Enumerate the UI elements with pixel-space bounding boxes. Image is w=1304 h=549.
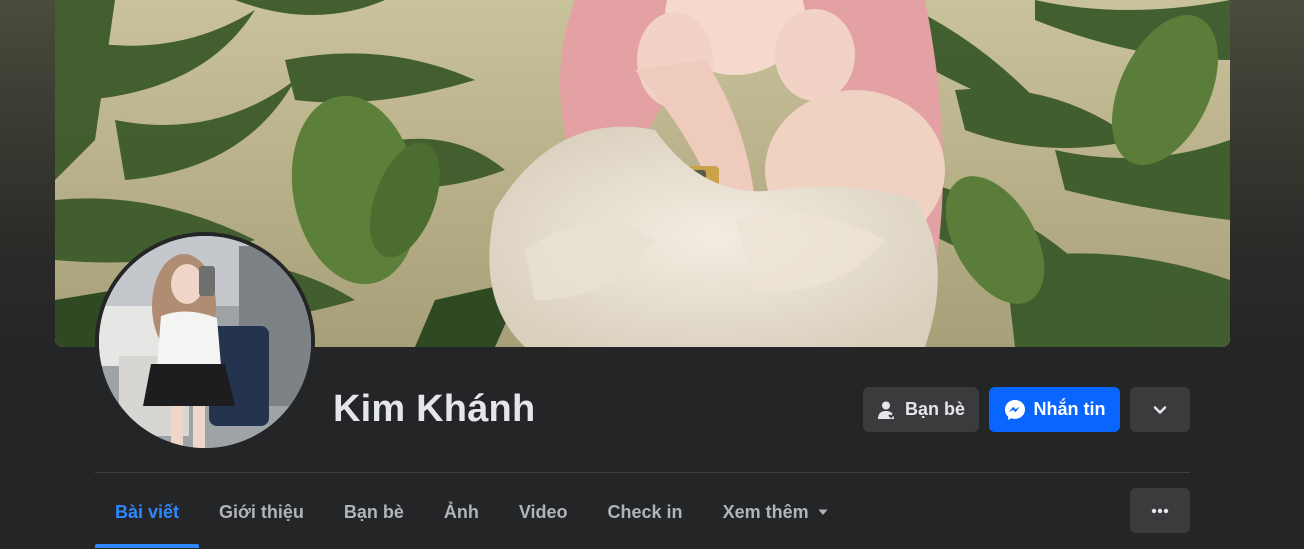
tab-about[interactable]: Giới thiệu: [199, 488, 324, 536]
tab-video[interactable]: Video: [499, 488, 588, 536]
tab-options-button[interactable]: [1130, 488, 1190, 533]
caret-down-icon: [817, 506, 829, 518]
message-button[interactable]: Nhắn tin: [989, 387, 1120, 432]
tab-label: Giới thiệu: [219, 501, 304, 522]
chevron-down-icon: [1152, 402, 1168, 418]
tab-label: Check in: [607, 501, 683, 522]
tab-label: Bạn bè: [343, 501, 404, 522]
tab-see-more[interactable]: Xem thêm: [703, 488, 849, 536]
ellipsis-icon: [1151, 508, 1169, 514]
tab-label: Bài viết: [115, 501, 180, 522]
message-button-label: Nhắn tin: [1033, 399, 1106, 419]
profile-dropdown-button[interactable]: [1130, 387, 1190, 432]
person-check-icon: [877, 400, 897, 420]
tab-friends[interactable]: Bạn bè: [324, 488, 424, 536]
friends-button-label: Bạn bè: [904, 399, 965, 419]
tab-checkin[interactable]: Check in: [588, 488, 703, 536]
tab-label: Ảnh: [443, 501, 479, 522]
tab-photos[interactable]: Ảnh: [424, 488, 499, 536]
profile-divider: [95, 472, 1190, 473]
tab-posts[interactable]: Bài viết: [95, 488, 200, 548]
tab-label: Video: [518, 501, 568, 522]
friends-button[interactable]: Bạn bè: [863, 387, 979, 432]
profile-name: Kim Khánh: [333, 388, 536, 430]
tab-label: Xem thêm: [722, 501, 809, 522]
profile-page: Kim Khánh Bạn bè Nhắn tin Bài viết Giới …: [0, 0, 1304, 549]
profile-tabs: Bài viết Giới thiệu Bạn bè Ảnh Video Che…: [95, 488, 849, 549]
avatar-photo: [99, 236, 311, 448]
messenger-icon: [1004, 399, 1026, 421]
profile-avatar[interactable]: [95, 232, 315, 452]
